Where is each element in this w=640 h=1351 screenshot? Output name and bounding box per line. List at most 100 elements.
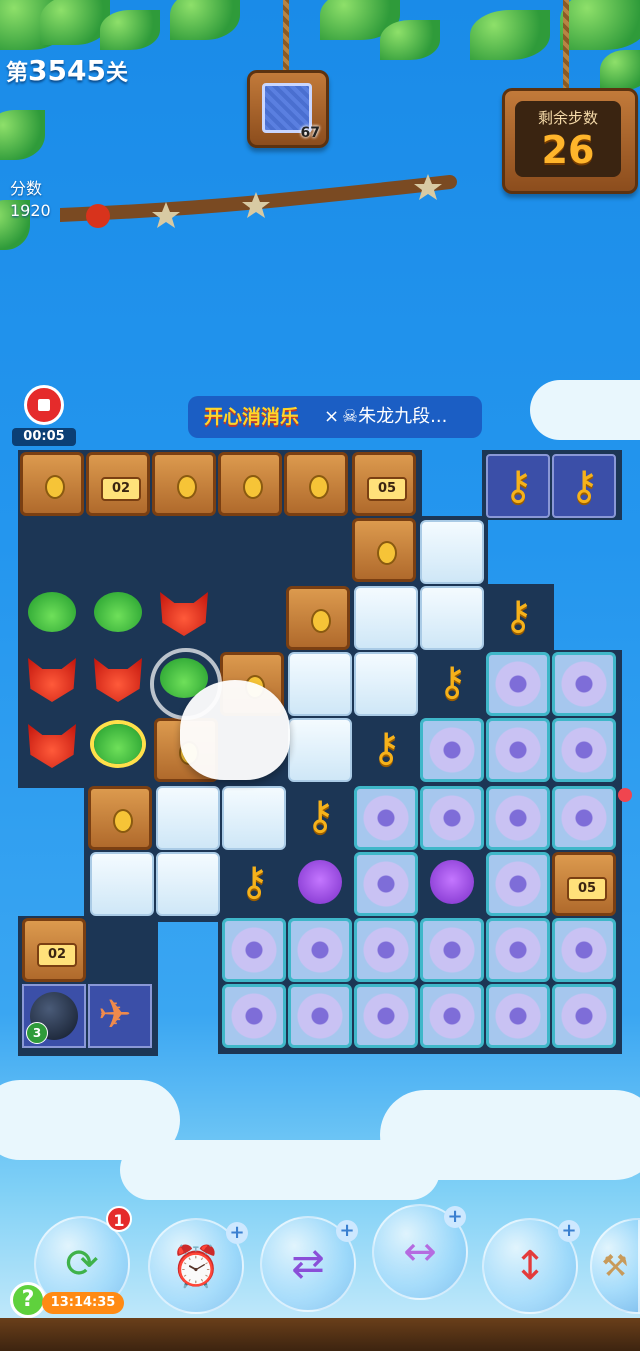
flower-tile (222, 984, 286, 1048)
score-label: 分数 (10, 179, 43, 198)
plane-special[interactable]: ✈ (88, 984, 152, 1048)
wood-crate-counter[interactable]: 05 (552, 852, 616, 916)
ice-tile (420, 520, 484, 584)
flower-tile (552, 786, 616, 850)
refresh-board-icon: ⟳ (65, 1241, 99, 1287)
goal-rope (283, 0, 289, 72)
clock-icon: ⏰ (171, 1243, 221, 1290)
ladybug-icon (86, 204, 110, 228)
moves-label: 剩余步数 (537, 109, 598, 127)
ice-tile (156, 786, 220, 850)
cloud (120, 1140, 440, 1200)
bomb-frog-special[interactable]: 3 (22, 984, 86, 1048)
flower-tile (354, 786, 418, 850)
fox-piece[interactable] (20, 650, 84, 714)
flower-tile (354, 984, 418, 1048)
flower-tile (552, 984, 616, 1048)
separator: × (324, 406, 340, 427)
fox-piece[interactable] (20, 716, 84, 780)
cloud (530, 380, 640, 440)
wood-crate[interactable] (284, 452, 348, 516)
plus-icon[interactable]: + (336, 1220, 358, 1242)
wood-crate-counter[interactable]: 02 (22, 918, 86, 982)
wood-crate-counter[interactable]: 05 (352, 452, 416, 516)
vertical-rocket-icon: ↕ (513, 1243, 547, 1289)
key-item-icon[interactable]: ⚷ (420, 650, 484, 714)
score-value: 1920 (10, 201, 51, 220)
key-item-icon[interactable]: ⚷ (288, 784, 352, 848)
wood-crate[interactable] (20, 452, 84, 516)
wood-crate[interactable] (218, 452, 282, 516)
ice-tile (90, 852, 154, 916)
flower-tile (486, 984, 550, 1048)
booster-hammer[interactable]: ⚒ (590, 1218, 640, 1314)
moves-panel: 剩余步数 26 (502, 88, 638, 194)
stop-recording-button[interactable] (24, 385, 64, 425)
game-logo: 开心消消乐 (204, 406, 300, 428)
plus-icon[interactable]: + (226, 1222, 248, 1244)
fox-piece[interactable] (86, 650, 150, 714)
event-banner[interactable]: 开心消消乐 × ☠朱龙九段... (188, 396, 482, 438)
booster-badge: 1 (106, 1206, 132, 1232)
ice-tile (288, 652, 352, 716)
flower-tile (354, 918, 418, 982)
recording-timer: 00:05 (12, 428, 76, 446)
side-marker (618, 788, 632, 802)
flower-tile (486, 652, 550, 716)
ice-tile (156, 852, 220, 916)
wood-crate[interactable] (152, 452, 216, 516)
key-item-icon[interactable]: ⚷ (354, 716, 418, 780)
tutorial-hand-icon (180, 680, 290, 780)
plus-icon[interactable]: + (558, 1220, 580, 1242)
key-item-icon[interactable]: ⚷ (486, 584, 550, 648)
flower-tile (552, 918, 616, 982)
wood-crate[interactable] (286, 586, 350, 650)
flower-tile (288, 918, 352, 982)
plus-icon[interactable]: + (444, 1206, 466, 1228)
flower-tile (486, 918, 550, 982)
score-display: 分数 1920 (10, 178, 51, 222)
wood-crate[interactable] (88, 786, 152, 850)
ice-tile (288, 718, 352, 782)
flower-tile (288, 984, 352, 1048)
flower-tile (486, 718, 550, 782)
ground-log (0, 1318, 640, 1351)
key-slot-icon: ⚷ (486, 454, 550, 518)
key-slot-icon: ⚷ (552, 454, 616, 518)
ice-tile (222, 786, 286, 850)
moves-value: 26 (541, 128, 595, 172)
flower-tile (552, 652, 616, 716)
level-label: 第3545关 (6, 54, 128, 87)
wood-crate-counter[interactable]: 02 (86, 452, 150, 516)
bird-piece[interactable] (288, 850, 352, 914)
frog-piece[interactable] (86, 584, 150, 648)
partner-name: ☠朱龙九段... (342, 406, 448, 427)
flower-tile (354, 852, 418, 916)
wood-crate[interactable] (352, 518, 416, 582)
booster-countdown: 13:14:35 (42, 1292, 124, 1314)
flower-tile (486, 852, 550, 916)
flower-tile (552, 718, 616, 782)
flower-tile (420, 918, 484, 982)
ice-tile (420, 586, 484, 650)
hammer-icon: ⚒ (601, 1248, 629, 1284)
ice-tile (354, 652, 418, 716)
flower-tile (222, 918, 286, 982)
line-rocket-icon: ↔ (403, 1229, 437, 1275)
swap-animals-icon: ⇄ (291, 1241, 325, 1287)
goal-panel: 67 (247, 70, 329, 148)
special-counter: 3 (26, 1022, 48, 1044)
fox-piece[interactable] (152, 584, 216, 648)
help-button[interactable]: ? (10, 1282, 46, 1318)
frog-piece-special[interactable] (86, 716, 150, 780)
goal-count: 67 (300, 125, 320, 141)
bird-piece[interactable] (420, 850, 484, 914)
flower-tile (420, 984, 484, 1048)
stop-icon (38, 399, 50, 411)
ice-tile (354, 586, 418, 650)
flower-tile (486, 786, 550, 850)
key-item-icon[interactable]: ⚷ (222, 850, 286, 914)
moves-rope (563, 0, 569, 90)
flower-tile (420, 786, 484, 850)
frog-piece[interactable] (20, 584, 84, 648)
